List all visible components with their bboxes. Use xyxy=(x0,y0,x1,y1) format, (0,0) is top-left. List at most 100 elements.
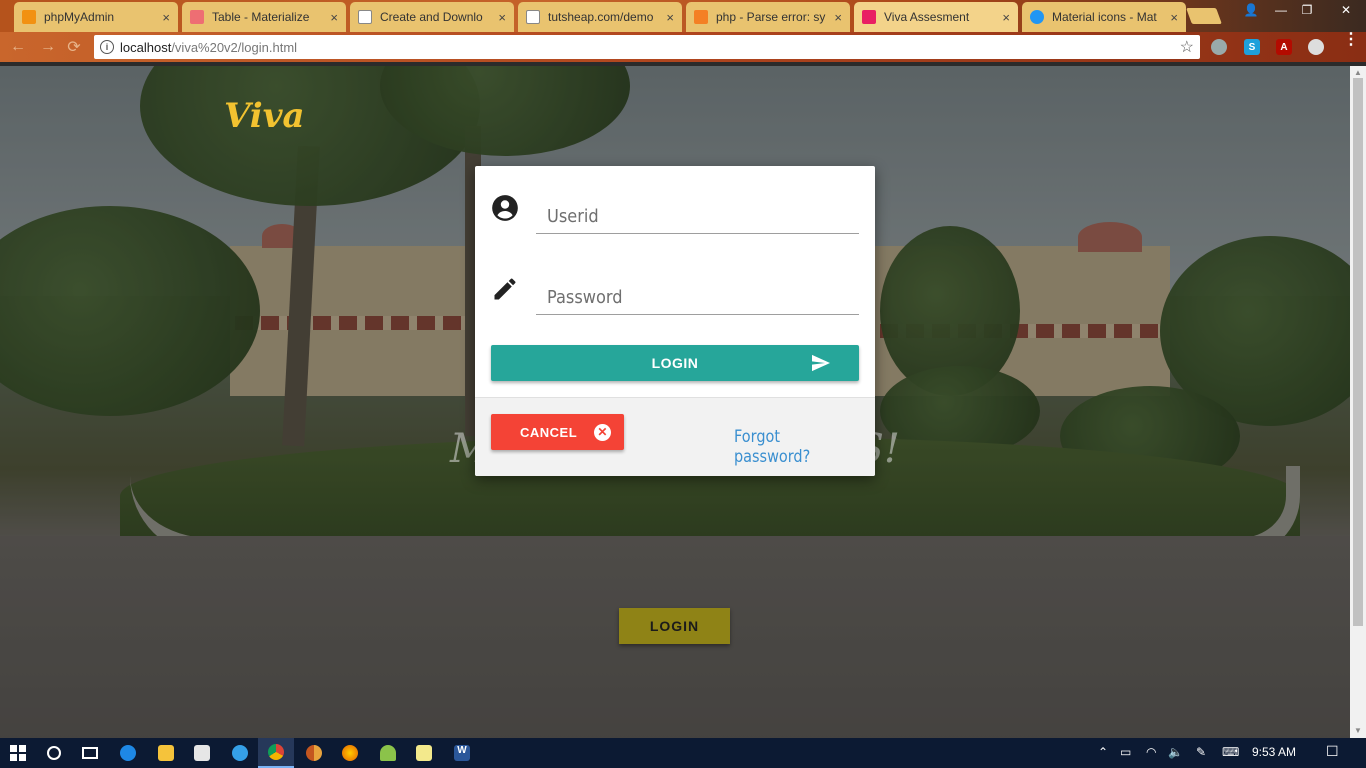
chrome-canary-taskbar-button[interactable] xyxy=(296,738,332,768)
tab-title: php - Parse error: sy xyxy=(716,10,826,24)
pdf-extension-icon[interactable]: A xyxy=(1276,39,1292,55)
site-info-icon[interactable]: i xyxy=(100,40,114,54)
page-favicon-icon xyxy=(526,10,540,24)
forgot-password-link[interactable]: Forgot password? xyxy=(734,427,854,467)
file-explorer-taskbar-button[interactable] xyxy=(148,738,184,768)
close-tab-icon[interactable]: × xyxy=(1002,10,1010,25)
close-tab-icon[interactable]: × xyxy=(1170,10,1178,25)
close-tab-icon[interactable]: × xyxy=(498,10,506,25)
skype-extension-icon[interactable]: S xyxy=(1244,39,1260,55)
windows-logo-icon xyxy=(10,745,26,761)
back-button[interactable]: ← xyxy=(8,37,28,57)
firefox-taskbar-button[interactable] xyxy=(332,738,368,768)
page-scrollbar[interactable]: ▲ ▼ xyxy=(1350,66,1366,738)
scroll-up-icon[interactable]: ▲ xyxy=(1354,68,1362,77)
edge-taskbar-button[interactable] xyxy=(110,738,146,768)
cortana-button[interactable] xyxy=(36,738,72,768)
login-modal: LOGIN CANCEL ✕ Forgot password? xyxy=(475,166,875,476)
firefox-icon xyxy=(342,745,358,761)
send-icon xyxy=(812,354,830,372)
tab-title: Create and Downlo xyxy=(380,10,483,24)
keyboard-icon[interactable]: ⌨ xyxy=(1222,745,1239,759)
android-studio-taskbar-button[interactable] xyxy=(370,738,406,768)
scrollbar-thumb[interactable] xyxy=(1353,78,1363,626)
userid-field xyxy=(491,186,859,246)
cortana-icon xyxy=(47,746,61,760)
windows-taskbar: W ⌃ ▭ ◠ 🔈 ✎ ⌨ 9:53 AM ☐ xyxy=(0,738,1366,768)
tab-table-materialize[interactable]: Table - Materialize × xyxy=(182,2,346,32)
material-favicon-icon xyxy=(1030,10,1044,24)
login-modal-footer: CANCEL ✕ Forgot password? xyxy=(475,397,875,476)
task-view-button[interactable] xyxy=(72,738,108,768)
word-taskbar-button[interactable]: W xyxy=(444,738,480,768)
materialize-favicon-icon xyxy=(190,10,204,24)
store-icon xyxy=(194,745,210,761)
page-favicon-icon xyxy=(358,10,372,24)
close-tab-icon[interactable]: × xyxy=(162,10,170,25)
chrome-taskbar-button[interactable] xyxy=(258,738,294,768)
tab-viva-assesment[interactable]: Viva Assesment × xyxy=(854,2,1018,32)
browser-menu-icon[interactable]: ⋮ xyxy=(1343,32,1359,48)
address-bar[interactable]: i localhost/viva%20v2/login.html ☆ xyxy=(94,35,1200,59)
forward-button[interactable]: → xyxy=(38,37,58,57)
volume-icon[interactable]: 🔈 xyxy=(1168,745,1183,759)
ie-taskbar-button[interactable] xyxy=(222,738,258,768)
tab-phpmyadmin[interactable]: phpMyAdmin × xyxy=(14,2,178,32)
chrome-icon xyxy=(268,744,284,760)
tab-title: phpMyAdmin xyxy=(44,10,115,24)
page-login-button[interactable]: LOGIN xyxy=(619,608,730,644)
close-tab-icon[interactable]: × xyxy=(834,10,842,25)
new-tab-button[interactable] xyxy=(1186,8,1222,24)
internet-explorer-icon xyxy=(232,745,248,761)
address-path: /viva%20v2/login.html xyxy=(171,39,298,55)
pencil-icon xyxy=(494,278,516,300)
pen-icon[interactable]: ✎ xyxy=(1196,745,1206,759)
restore-button[interactable]: ❐ xyxy=(1294,0,1320,20)
word-icon: W xyxy=(454,745,470,761)
cancel-circle-icon: ✕ xyxy=(594,423,612,441)
reload-button[interactable]: ⟳ xyxy=(64,37,84,57)
tab-tutsheap[interactable]: tutsheap.com/demo × xyxy=(518,2,682,32)
minimize-button[interactable]: — xyxy=(1268,0,1294,20)
login-button-label: LOGIN xyxy=(651,355,699,371)
password-input[interactable] xyxy=(536,281,859,315)
login-button[interactable]: LOGIN xyxy=(491,345,859,381)
tab-title: tutsheap.com/demo xyxy=(548,10,654,24)
stackoverflow-favicon-icon xyxy=(694,10,708,24)
wifi-icon[interactable]: ◠ xyxy=(1146,745,1156,759)
browser-tab-strip: phpMyAdmin × Table - Materialize × Creat… xyxy=(0,0,1366,32)
account-circle-icon xyxy=(492,195,518,221)
password-field xyxy=(491,267,859,327)
action-center-icon[interactable]: ☐ xyxy=(1326,743,1339,760)
tray-chevron-icon[interactable]: ⌃ xyxy=(1098,745,1108,759)
folder-icon xyxy=(158,745,174,761)
close-tab-icon[interactable]: × xyxy=(330,10,338,25)
battery-icon[interactable]: ▭ xyxy=(1120,745,1131,759)
taskbar-clock[interactable]: 9:53 AM xyxy=(1252,745,1296,759)
notepad-icon xyxy=(416,745,432,761)
store-taskbar-button[interactable] xyxy=(184,738,220,768)
brand-logo[interactable]: Viva xyxy=(224,96,304,136)
tab-material-icons[interactable]: Material icons - Mat × xyxy=(1022,2,1186,32)
browser-toolbar: ← → ⟳ i localhost/viva%20v2/login.html ☆… xyxy=(0,32,1366,62)
tab-php-parse-error[interactable]: php - Parse error: sy × xyxy=(686,2,850,32)
scroll-down-icon[interactable]: ▼ xyxy=(1354,726,1362,735)
bookmark-star-icon[interactable]: ☆ xyxy=(1180,37,1194,57)
task-view-icon xyxy=(82,747,98,759)
start-button[interactable] xyxy=(0,738,36,768)
userid-input[interactable] xyxy=(536,200,859,234)
cancel-button-label: CANCEL xyxy=(520,424,578,440)
chrome-canary-icon xyxy=(306,745,322,761)
android-icon xyxy=(380,745,396,761)
phpmyadmin-favicon-icon xyxy=(22,10,36,24)
page-viewport: Viva M S! LOGIN LOGIN xyxy=(0,66,1350,738)
extension-cloud-icon[interactable] xyxy=(1211,39,1227,55)
close-window-button[interactable]: ✕ xyxy=(1326,0,1366,20)
notepad-taskbar-button[interactable] xyxy=(406,738,442,768)
profile-icon[interactable]: 👤 xyxy=(1238,0,1264,20)
tab-title: Table - Materialize xyxy=(212,10,310,24)
drive-extension-icon[interactable] xyxy=(1308,39,1324,55)
cancel-button[interactable]: CANCEL ✕ xyxy=(491,414,624,450)
close-tab-icon[interactable]: × xyxy=(666,10,674,25)
tab-create-and-download[interactable]: Create and Downlo × xyxy=(350,2,514,32)
